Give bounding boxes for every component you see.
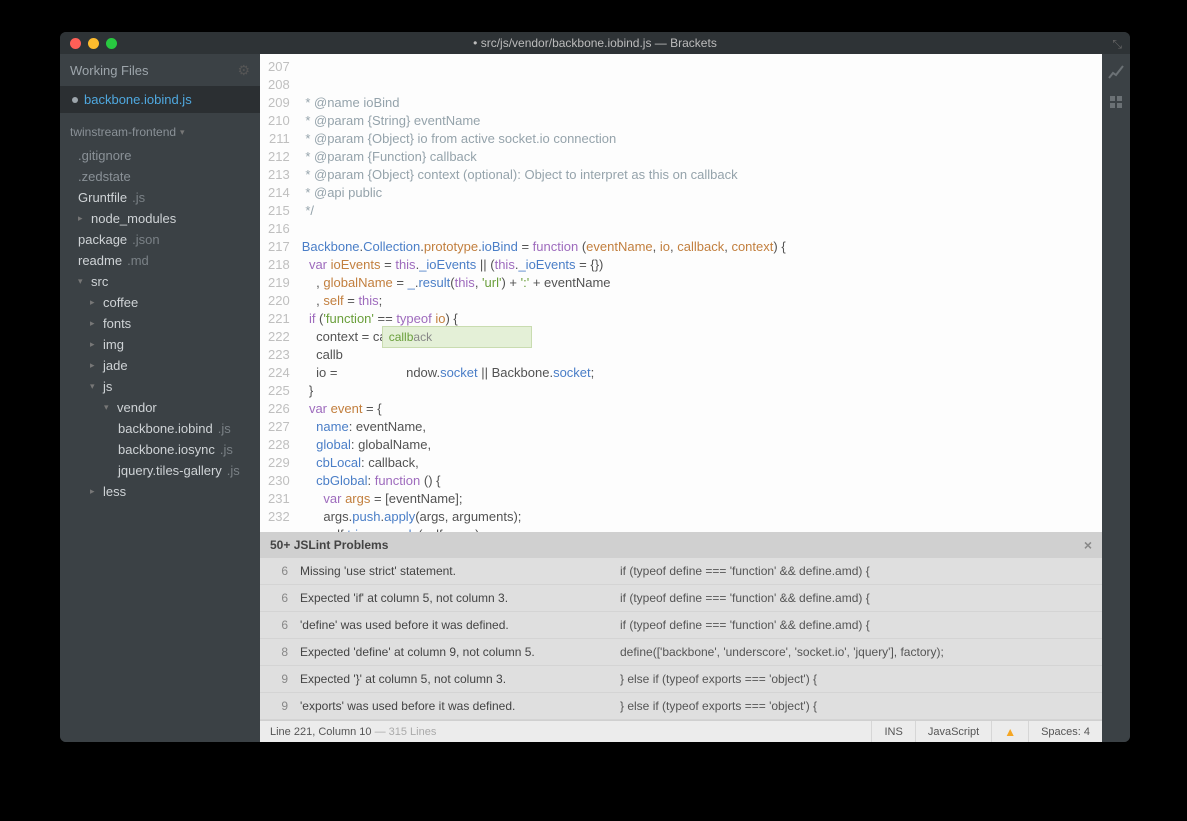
problem-row[interactable]: 6'define' was used before it was defined… xyxy=(260,612,1102,639)
problem-row[interactable]: 6Missing 'use strict' statement.if (type… xyxy=(260,558,1102,585)
panel-title: 50+ JSLint Problems xyxy=(270,538,388,552)
file-item[interactable]: backbone.iosync.js xyxy=(60,439,260,460)
close-icon[interactable]: × xyxy=(1084,537,1092,553)
file-item[interactable]: backbone.iobind.js xyxy=(60,418,260,439)
file-item[interactable]: Gruntfile.js xyxy=(60,187,260,208)
folder-item[interactable]: ▸fonts xyxy=(60,313,260,334)
file-item[interactable]: package.json xyxy=(60,229,260,250)
problem-row[interactable]: 9'exports' was used before it was define… xyxy=(260,693,1102,720)
right-rail xyxy=(1102,54,1130,742)
lint-status[interactable]: ▲ xyxy=(991,721,1028,742)
folder-item[interactable]: ▸img xyxy=(60,334,260,355)
working-files-label: Working Files xyxy=(70,63,149,78)
insert-mode[interactable]: INS xyxy=(871,721,914,742)
folder-item[interactable]: ▸less xyxy=(60,481,260,502)
total-lines: — 315 Lines xyxy=(372,726,437,738)
problem-row[interactable]: 6Expected 'if' at column 5, not column 3… xyxy=(260,585,1102,612)
working-file-name: backbone.iobind.js xyxy=(84,92,192,107)
code-area[interactable]: * @name ioBind * @param {String} eventNa… xyxy=(302,54,1102,532)
code-hint-popup[interactable]: callback xyxy=(382,326,532,348)
problems-list: 6Missing 'use strict' statement.if (type… xyxy=(260,558,1102,720)
problems-panel: 50+ JSLint Problems × 6Missing 'use stri… xyxy=(260,532,1102,720)
folder-item[interactable]: ▾src xyxy=(60,271,260,292)
expand-icon[interactable]: ⤡ xyxy=(1112,37,1122,52)
file-item[interactable]: .gitignore xyxy=(60,145,260,166)
minimize-window-button[interactable] xyxy=(88,38,99,49)
sidebar: Working Files ⚙ backbone.iobind.js twins… xyxy=(60,54,260,742)
live-preview-icon[interactable] xyxy=(1108,64,1124,80)
titlebar: • src/js/vendor/backbone.iobind.js — Bra… xyxy=(60,32,1130,54)
folder-item[interactable]: ▸node_modules xyxy=(60,208,260,229)
warning-icon: ▲ xyxy=(1004,725,1016,739)
line-gutter: 2072082092102112122132142152162172182192… xyxy=(260,54,302,532)
project-header[interactable]: twinstream-frontend ▾ xyxy=(60,113,260,145)
app-window: • src/js/vendor/backbone.iobind.js — Bra… xyxy=(60,32,1130,742)
problem-row[interactable]: 9Expected '}' at column 5, not column 3.… xyxy=(260,666,1102,693)
gear-icon[interactable]: ⚙ xyxy=(237,62,250,79)
folder-item[interactable]: ▾js xyxy=(60,376,260,397)
chevron-down-icon: ▾ xyxy=(180,127,188,138)
close-window-button[interactable] xyxy=(70,38,81,49)
working-file-tab[interactable]: backbone.iobind.js xyxy=(60,86,260,113)
problem-row[interactable]: 8Expected 'define' at column 9, not colu… xyxy=(260,639,1102,666)
folder-item[interactable]: ▸coffee xyxy=(60,292,260,313)
indent-mode[interactable]: Spaces: 4 xyxy=(1028,721,1102,742)
extensions-icon[interactable] xyxy=(1108,94,1124,110)
folder-item[interactable]: ▾vendor xyxy=(60,397,260,418)
file-item[interactable]: readme.md xyxy=(60,250,260,271)
file-item[interactable]: jquery.tiles-gallery.js xyxy=(60,460,260,481)
file-item[interactable]: .zedstate xyxy=(60,166,260,187)
cursor-position: Line 221, Column 10 xyxy=(270,726,372,738)
statusbar: Line 221, Column 10 — 315 Lines INS Java… xyxy=(260,720,1102,742)
code-editor[interactable]: 2072082092102112122132142152162172182192… xyxy=(260,54,1102,532)
window-title: • src/js/vendor/backbone.iobind.js — Bra… xyxy=(60,36,1130,50)
file-tree: .gitignore.zedstateGruntfile.js▸node_mod… xyxy=(60,145,260,742)
folder-item[interactable]: ▸jade xyxy=(60,355,260,376)
dirty-dot-icon xyxy=(72,97,78,103)
zoom-window-button[interactable] xyxy=(106,38,117,49)
language-mode[interactable]: JavaScript xyxy=(915,721,991,742)
